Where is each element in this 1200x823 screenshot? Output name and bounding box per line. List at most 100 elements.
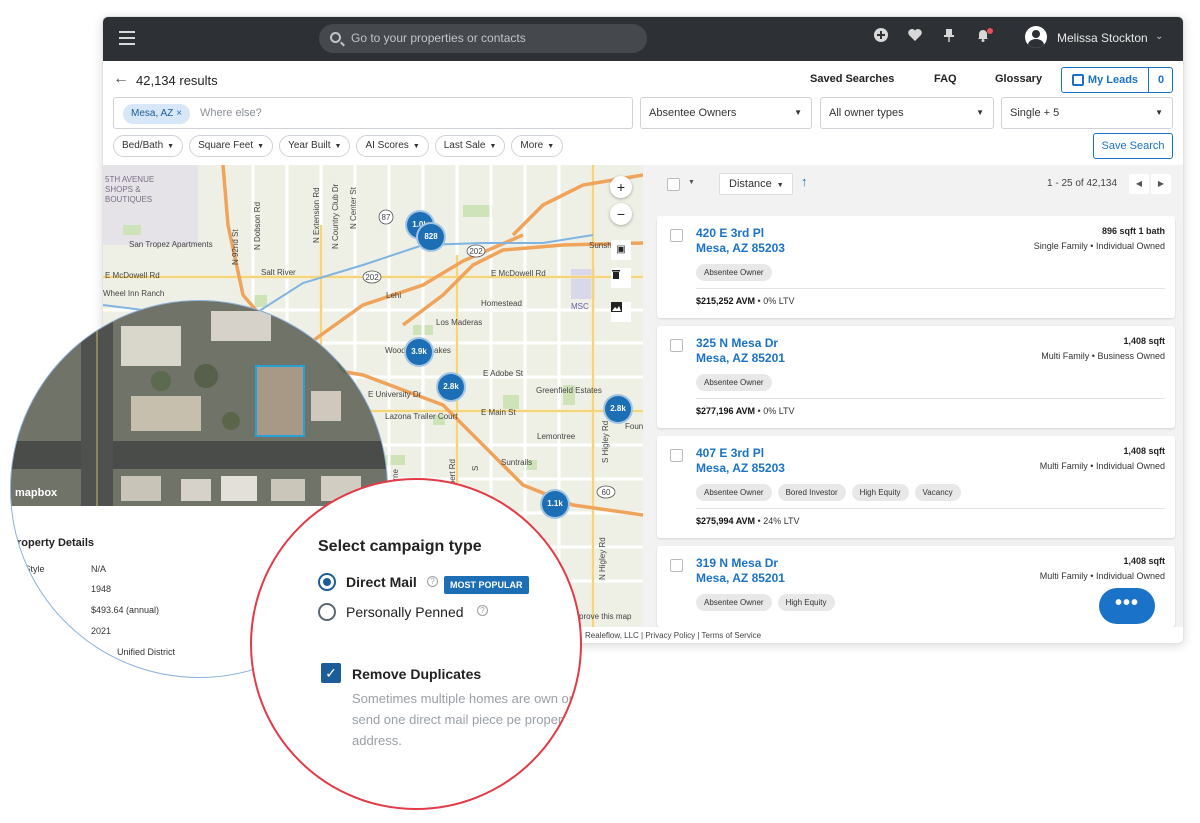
user-name[interactable]: Melissa Stockton [1057, 31, 1148, 45]
sort-direction-icon[interactable]: ↑ [801, 174, 808, 189]
caret-down-icon: ▼ [167, 143, 175, 150]
year-built-filter[interactable]: Year Built ▼ [279, 135, 351, 157]
property-type-select[interactable]: Single + 5 ▼ [1001, 97, 1173, 129]
direct-mail-radio[interactable] [318, 573, 336, 591]
property-checkbox[interactable] [670, 339, 683, 352]
map-label: San Tropez Apartments [129, 240, 213, 249]
menu-icon[interactable] [119, 31, 135, 45]
property-checkbox[interactable] [670, 559, 683, 572]
caret-down-icon: ▼ [257, 143, 265, 150]
heart-icon[interactable] [905, 27, 925, 47]
property-card[interactable]: 319 N Mesa Dr Mesa, AZ 85201 1,408 sqft M… [657, 546, 1175, 627]
property-size: 1,408 sqft [1123, 556, 1165, 566]
caret-down-icon: ▼ [776, 182, 784, 189]
remove-duplicates-label[interactable]: Remove Duplicates [352, 666, 481, 682]
map-label: E Adobe St [483, 369, 524, 378]
next-page-button[interactable]: ▶ [1151, 174, 1171, 194]
faq-link[interactable]: FAQ [934, 73, 957, 85]
property-card[interactable]: 420 E 3rd Pl Mesa, AZ 85203 896 sqft 1 ba… [657, 216, 1175, 318]
zoom-in-button[interactable]: + [610, 176, 632, 198]
map-label: N Country Club Dr [331, 183, 340, 249]
chevron-down-icon[interactable]: ⌄ [1155, 31, 1163, 42]
my-leads-button[interactable]: My Leads 0 [1061, 67, 1173, 93]
pill-label: More [520, 140, 544, 151]
map-cluster[interactable]: 3.9k [404, 337, 434, 367]
pin-icon[interactable] [939, 27, 959, 47]
remove-chip-icon[interactable]: × [176, 108, 182, 119]
save-search-button[interactable]: Save Search [1093, 133, 1173, 159]
prev-page-button[interactable]: ◀ [1129, 174, 1149, 194]
map-label: E Main St [481, 408, 516, 417]
bed-bath-filter[interactable]: Bed/Bath ▼ [113, 135, 184, 157]
property-address[interactable]: 407 E 3rd Pl Mesa, AZ 85203 [696, 446, 785, 476]
more-actions-button[interactable]: ••• [1099, 588, 1155, 624]
map-label: N Dobson Rd [253, 201, 262, 250]
owner-status-select[interactable]: Absentee Owners ▼ [640, 97, 812, 129]
most-popular-badge: MOST POPULAR [444, 576, 529, 594]
tag-list: Absentee Owner [696, 374, 772, 391]
location-search-input[interactable]: Mesa, AZ × Where else? [113, 97, 633, 129]
caret-down-icon: ▼ [334, 143, 342, 150]
more-filter[interactable]: More ▼ [511, 135, 564, 157]
property-address[interactable]: 319 N Mesa Dr Mesa, AZ 85201 [696, 556, 785, 586]
filter-pills: Bed/Bath ▼ Square Feet ▼ Year Built ▼ AI Sc… [113, 135, 564, 157]
personally-penned-label[interactable]: Personally Penned [346, 604, 464, 620]
detail-value: 2021 [91, 626, 112, 636]
map-cluster[interactable]: 2.8k [436, 372, 466, 402]
page-count: 1 - 25 of 42,134 [1047, 178, 1118, 189]
avatar[interactable] [1025, 26, 1047, 48]
satellite-image: mapbox [11, 301, 387, 506]
location-placeholder: Where else? [200, 107, 262, 119]
avm-value: $277,196 AVM [696, 406, 756, 416]
remove-duplicates-checkbox[interactable]: ✓ [321, 663, 341, 683]
tag: Absentee Owner [696, 594, 772, 611]
map-label: N 92nd St [231, 229, 240, 265]
detail-label: xes [31, 605, 46, 615]
property-checkbox[interactable] [670, 229, 683, 242]
avm-info: $277,196 AVM • 0% LTV [696, 406, 795, 416]
plus-circle-icon[interactable] [871, 27, 891, 47]
draw-area-icon[interactable]: ▣ [611, 240, 631, 260]
bell-icon[interactable] [973, 27, 993, 47]
property-card[interactable]: 325 N Mesa Dr Mesa, AZ 85201 1,408 sqft M… [657, 326, 1175, 428]
caret-down-icon: ▼ [412, 143, 420, 150]
direct-mail-label[interactable]: Direct Mail [346, 574, 417, 590]
glossary-link[interactable]: Glossary [995, 73, 1042, 85]
zoom-out-button[interactable]: − [610, 203, 632, 225]
owner-types-select[interactable]: All owner types ▼ [820, 97, 994, 129]
results-count: 42,134 results [136, 73, 218, 88]
trash-icon[interactable] [611, 268, 631, 288]
help-icon[interactable]: ? [427, 576, 438, 587]
caret-down-icon[interactable]: ▼ [688, 179, 695, 186]
sort-select[interactable]: Distance ▼ [719, 173, 793, 195]
map-label: Greenfield Estates [536, 386, 602, 395]
property-size: 896 sqft 1 bath [1101, 226, 1165, 236]
property-card[interactable]: 407 E 3rd Pl Mesa, AZ 85203 1,408 sqft Mu… [657, 436, 1175, 538]
address-line2: Mesa, AZ 85203 [696, 241, 785, 255]
global-search-input[interactable]: Go to your properties or contacts [319, 24, 647, 53]
back-arrow-icon[interactable]: ← [113, 70, 129, 88]
select-all-checkbox[interactable] [667, 178, 680, 191]
caret-down-icon: ▼ [976, 108, 984, 117]
ai-scores-filter[interactable]: AI Scores ▼ [356, 135, 429, 157]
personally-penned-radio[interactable] [318, 603, 336, 621]
property-address[interactable]: 420 E 3rd Pl Mesa, AZ 85203 [696, 226, 785, 256]
help-icon[interactable]: ? [477, 605, 488, 616]
map-label: Lazona Trailer Court [385, 412, 458, 421]
image-layer-icon[interactable] [611, 302, 631, 322]
owner-types-value: All owner types [829, 107, 904, 119]
pill-label: Bed/Bath [122, 140, 164, 151]
property-checkbox[interactable] [670, 449, 683, 462]
sort-value: Distance [729, 178, 772, 190]
property-details-title: roperty Details [17, 537, 95, 549]
footer-links[interactable]: Realeflow, LLC | Privacy Policy | Terms … [585, 631, 761, 640]
tag-list: Absentee Owner [696, 264, 772, 281]
square-feet-filter[interactable]: Square Feet ▼ [189, 135, 274, 157]
map-cluster[interactable]: 828 [416, 222, 446, 252]
property-address[interactable]: 325 N Mesa Dr Mesa, AZ 85201 [696, 336, 785, 366]
last-sale-filter[interactable]: Last Sale ▼ [434, 135, 506, 157]
map-cluster[interactable]: 1.1k [540, 489, 570, 519]
location-chip[interactable]: Mesa, AZ × [123, 104, 191, 124]
saved-searches-link[interactable]: Saved Searches [810, 73, 894, 85]
map-cluster[interactable]: 2.8k [603, 394, 633, 424]
